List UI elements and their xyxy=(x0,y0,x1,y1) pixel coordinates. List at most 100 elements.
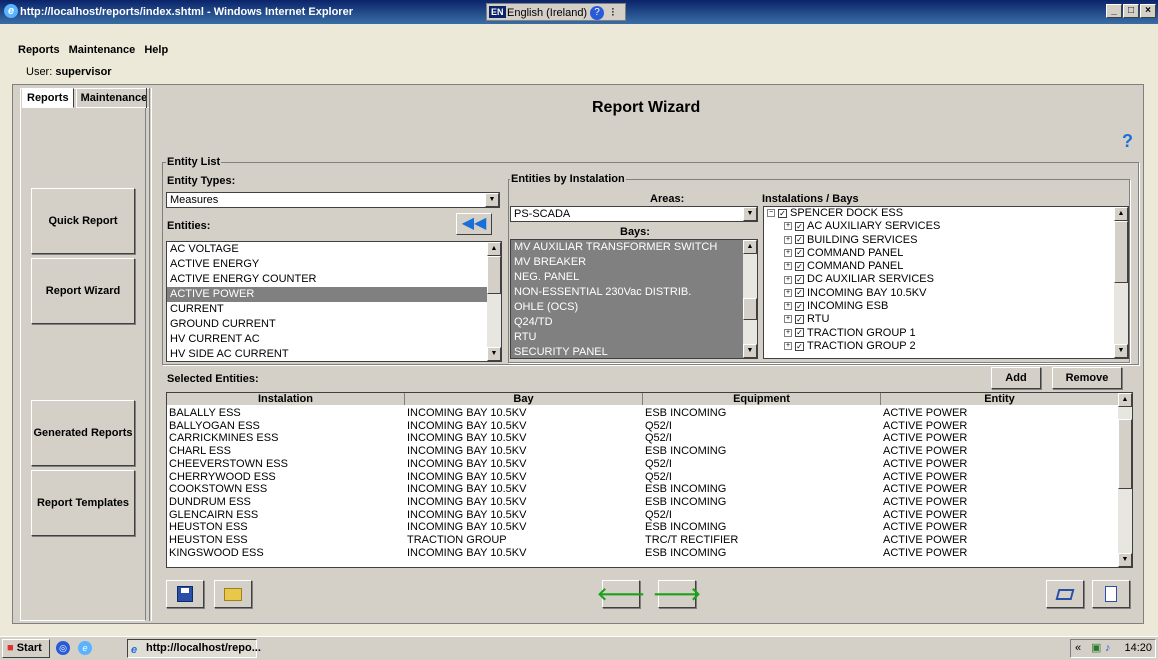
list-item[interactable]: HV SIDE AC CURRENT xyxy=(167,347,501,361)
list-item[interactable]: CURRENT xyxy=(167,302,501,317)
menu-maintenance[interactable]: Maintenance xyxy=(69,44,136,56)
table-row[interactable]: CARRICKMINES ESS INCOMING BAY 10.5KV Q52/I… xyxy=(167,432,1120,444)
remove-button[interactable]: Remove xyxy=(1052,367,1122,389)
tree-item[interactable]: + ✓ COMMAND PANEL xyxy=(764,260,1128,273)
scroll-down-icon[interactable]: ▼ xyxy=(743,344,757,358)
list-item[interactable]: MV BREAKER xyxy=(511,255,757,270)
column-header[interactable]: Instalation xyxy=(167,393,405,405)
scroll-thumb[interactable] xyxy=(1114,221,1128,283)
preview-button[interactable] xyxy=(1046,580,1084,608)
tree-item[interactable]: + ✓ TRACTION GROUP 2 xyxy=(764,340,1128,353)
taskbar-ie-window[interactable]: e http://localhost/repo... xyxy=(127,639,261,658)
scroll-down-icon[interactable]: ▼ xyxy=(487,347,501,361)
menu-help[interactable]: Help xyxy=(144,44,168,56)
entities-list[interactable]: AC VOLTAGE ACTIVE ENERGY ACTIVE ENERGY COU… xyxy=(166,241,502,362)
ie-quicklaunch-icon[interactable]: e xyxy=(78,641,92,655)
list-item[interactable]: Q24/TD xyxy=(511,315,757,330)
list-item[interactable]: MV AUXILIAR TRANSFORMER SWITCH xyxy=(511,240,757,255)
table-row[interactable]: BALALLY ESS INCOMING BAY 10.5KV ESB INCOMI… xyxy=(167,407,1120,419)
table-row[interactable]: KINGSWOOD ESS INCOMING BAY 10.5KV ESB INCO… xyxy=(167,547,1120,559)
checkbox-checked-icon[interactable]: ✓ xyxy=(795,328,804,338)
expand-icon[interactable]: + xyxy=(784,302,792,311)
language-bar[interactable]: EN English (Ireland) ? ⁝ xyxy=(486,3,626,21)
report-wizard-button[interactable]: Report Wizard xyxy=(31,258,135,324)
tree-item[interactable]: + ✓ RTU xyxy=(764,313,1128,326)
scroll-down-icon[interactable]: ▼ xyxy=(1118,553,1132,567)
list-item[interactable]: ACTIVE ENERGY COUNTER xyxy=(167,272,501,287)
list-item[interactable]: AC VOLTAGE xyxy=(167,242,501,257)
save-button[interactable] xyxy=(166,580,204,608)
expand-icon[interactable]: + xyxy=(784,275,792,284)
tab-maintenance[interactable]: Maintenance xyxy=(75,88,153,108)
menu-reports[interactable]: Reports xyxy=(18,44,60,56)
open-button[interactable] xyxy=(214,580,252,608)
entity-types-select[interactable]: Measures ▼ xyxy=(166,192,500,208)
column-header[interactable]: Equipment xyxy=(643,393,881,405)
column-header[interactable]: Bay xyxy=(405,393,643,405)
new-document-button[interactable] xyxy=(1092,580,1130,608)
collapse-icon[interactable]: − xyxy=(767,209,775,218)
table-row[interactable]: BALLYOGAN ESS INCOMING BAY 10.5KV Q52/I ACT… xyxy=(167,420,1120,432)
volume-icon[interactable]: ♪ xyxy=(1105,640,1111,657)
generated-reports-button[interactable]: Generated Reports xyxy=(31,400,135,466)
entities-scrollbar[interactable]: ▲ ▼ xyxy=(487,242,501,361)
bays-list[interactable]: MV AUXILIAR TRANSFORMER SWITCH MV BREAKER… xyxy=(510,239,758,359)
table-row[interactable]: CHERRYWOOD ESS INCOMING BAY 10.5KV Q52/I AC… xyxy=(167,471,1120,483)
close-button[interactable]: × xyxy=(1140,4,1156,18)
tree-item[interactable]: + ✓ COMMAND PANEL xyxy=(764,247,1128,260)
list-item[interactable]: OHLE (OCS) xyxy=(511,300,757,315)
desktop-quicklaunch-icon[interactable]: ◎ xyxy=(56,641,70,655)
tree-scrollbar[interactable]: ▲ ▼ xyxy=(1114,207,1128,358)
tree-item[interactable]: + ✓ AC AUXILIARY SERVICES xyxy=(764,220,1128,233)
chevron-down-icon[interactable]: ▼ xyxy=(485,193,499,207)
scroll-up-icon[interactable]: ▲ xyxy=(487,242,501,256)
scroll-up-icon[interactable]: ▲ xyxy=(1118,393,1132,407)
scroll-up-icon[interactable]: ▲ xyxy=(743,240,757,254)
report-templates-button[interactable]: Report Templates xyxy=(31,470,135,536)
help-question-icon[interactable]: ? xyxy=(1122,131,1133,152)
tree-item[interactable]: + ✓ TRACTION GROUP 1 xyxy=(764,327,1128,340)
table-row[interactable]: DUNDRUM ESS INCOMING BAY 10.5KV ESB INCOMI… xyxy=(167,496,1120,508)
checkbox-checked-icon[interactable]: ✓ xyxy=(795,275,804,285)
tree-item[interactable]: + ✓ INCOMING BAY 10.5KV xyxy=(764,287,1128,300)
add-button[interactable]: Add xyxy=(991,367,1041,389)
scroll-up-icon[interactable]: ▲ xyxy=(1114,207,1128,221)
table-row[interactable]: GLENCAIRN ESS INCOMING BAY 10.5KV Q52/I ACT… xyxy=(167,509,1120,521)
tab-reports[interactable]: Reports xyxy=(22,88,74,108)
list-item[interactable]: ACTIVE POWER xyxy=(167,287,501,302)
tree-root[interactable]: − ✓ SPENCER DOCK ESS xyxy=(764,207,1128,220)
table-row[interactable]: CHARL ESS INCOMING BAY 10.5KV ESB INCOMING… xyxy=(167,445,1120,457)
network-icon[interactable]: ▣ xyxy=(1091,640,1101,657)
maximize-button[interactable]: □ xyxy=(1123,4,1139,18)
checkbox-checked-icon[interactable]: ✓ xyxy=(795,248,804,258)
start-button[interactable]: ■ Start xyxy=(2,639,50,658)
list-item[interactable]: GROUND CURRENT xyxy=(167,317,501,332)
table-row[interactable]: HEUSTON ESS INCOMING BAY 10.5KV ESB INCOMI… xyxy=(167,521,1120,533)
checkbox-checked-icon[interactable]: ✓ xyxy=(778,208,787,218)
double-left-arrow-icon[interactable]: ◀◀ xyxy=(456,213,492,235)
quick-report-button[interactable]: Quick Report xyxy=(31,188,135,254)
expand-icon[interactable]: + xyxy=(784,248,792,257)
tree-item[interactable]: + ✓ INCOMING ESB xyxy=(764,300,1128,313)
areas-select[interactable]: PS-SCADA ▼ xyxy=(510,206,758,222)
previous-button[interactable]: 🡐 xyxy=(597,580,645,608)
expand-icon[interactable]: + xyxy=(784,342,792,351)
scroll-thumb[interactable] xyxy=(487,256,501,294)
list-item[interactable]: ACTIVE ENERGY xyxy=(167,257,501,272)
scroll-thumb[interactable] xyxy=(743,298,757,320)
expand-icon[interactable]: + xyxy=(784,222,792,231)
list-item[interactable]: RTU xyxy=(511,330,757,345)
checkbox-checked-icon[interactable]: ✓ xyxy=(795,235,804,245)
table-row[interactable]: HEUSTON ESS TRACTION GROUP TRC/T RECTIFIER… xyxy=(167,534,1120,546)
minimize-button[interactable]: _ xyxy=(1106,4,1122,18)
table-scrollbar[interactable]: ▲ ▼ xyxy=(1118,393,1132,567)
list-item[interactable]: NON-ESSENTIAL 230Vac DISTRIB. xyxy=(511,285,757,300)
column-header[interactable]: Entity xyxy=(881,393,1119,405)
list-item[interactable]: HV CURRENT AC xyxy=(167,332,501,347)
scroll-down-icon[interactable]: ▼ xyxy=(1114,344,1128,358)
checkbox-checked-icon[interactable]: ✓ xyxy=(795,314,804,324)
tray-expand-icon[interactable]: « xyxy=(1075,640,1081,657)
installations-tree[interactable]: − ✓ SPENCER DOCK ESS + ✓ AC AUXILIARY SERVIC… xyxy=(763,206,1129,359)
expand-icon[interactable]: + xyxy=(784,235,792,244)
expand-icon[interactable]: + xyxy=(784,262,792,271)
